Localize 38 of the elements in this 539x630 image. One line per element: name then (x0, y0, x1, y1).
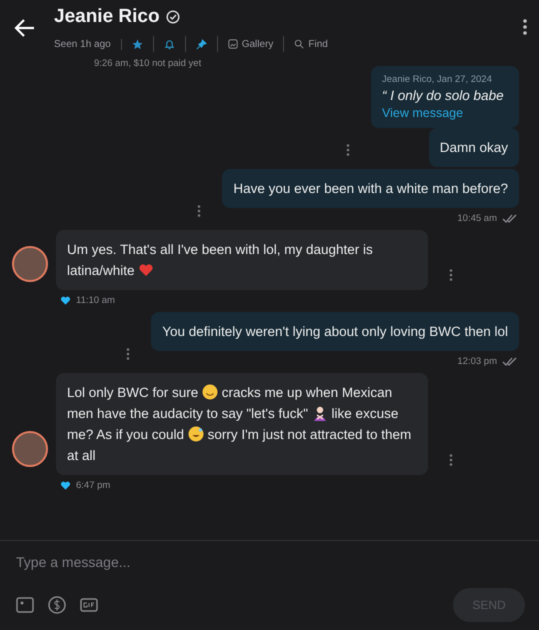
quote-meta: Jeanie Rico, Jan 27, 2024 (382, 74, 493, 85)
star-icon (132, 38, 143, 50)
heart-emoji (138, 262, 154, 278)
bell-icon (164, 38, 175, 50)
image-icon (228, 39, 238, 49)
message-menu-button[interactable] (448, 453, 454, 467)
message-time: 12:03 pm (457, 356, 497, 366)
heart-icon[interactable] (60, 480, 71, 490)
message-menu-button[interactable] (196, 204, 202, 218)
view-message-link[interactable]: View message (382, 106, 508, 120)
message-input[interactable]: Type a message... (14, 553, 525, 571)
message-bubble: Damn okay (428, 128, 519, 167)
tip-button[interactable] (46, 594, 68, 616)
smiley-emoji (202, 384, 218, 400)
more-menu-button[interactable] (521, 18, 529, 36)
pin-icon (196, 38, 207, 50)
avatar[interactable] (12, 246, 48, 282)
figure-emoji (312, 405, 328, 421)
message-bubble: Um yes. That's all I've been with lol, my daughter is latina/white (56, 230, 428, 290)
last-seen-text: Seen 1h ago (54, 38, 122, 50)
message-bubble: You definitely weren't lying about only loving BWC then lol (151, 312, 519, 351)
message-time: 6:47 pm (76, 480, 110, 490)
heart-icon[interactable] (60, 294, 71, 306)
payment-note: 9:26 am, $10 not paid yet (94, 58, 202, 69)
message-bubble: Lol only BWC for sure cracks me up when Mexican men have the audacity to say "let's fuck" like excuse me? As if you could sorry I'm just not attracted to them at all (56, 373, 428, 475)
message-menu-button[interactable] (345, 143, 351, 157)
message-menu-button[interactable] (125, 347, 132, 361)
contact-name: Jeanie Rico (54, 6, 160, 28)
avatar[interactable] (12, 431, 48, 467)
quote-text: “ I only do solo babe (382, 88, 505, 103)
message-time: 11:10 am (76, 294, 115, 306)
smiley-emoji (188, 426, 204, 442)
toolbar-link[interactable]: Find (284, 36, 338, 52)
message-time: 10:45 am (457, 212, 497, 224)
search-icon (294, 39, 304, 49)
message-bubble: Have you ever been with a white man before? (222, 169, 519, 208)
message-menu-button[interactable] (448, 268, 454, 282)
toolbar-link[interactable]: Gallery (218, 36, 284, 52)
